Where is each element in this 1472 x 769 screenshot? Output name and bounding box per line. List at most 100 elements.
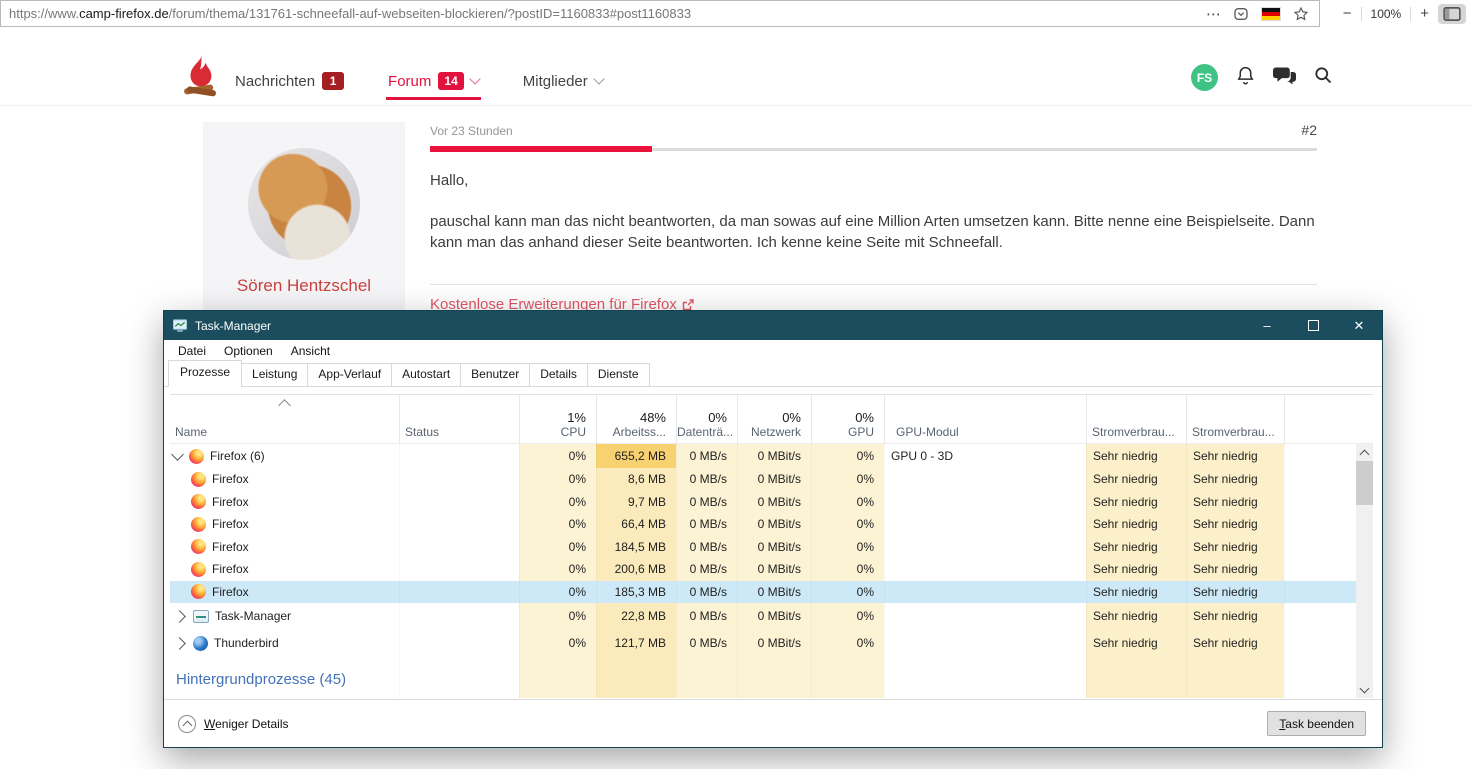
column-header-gpu[interactable]: 0%GPU bbox=[811, 395, 884, 443]
cell-name: Firefox bbox=[170, 581, 399, 604]
post-timestamp[interactable]: Vor 23 Stunden bbox=[430, 124, 513, 138]
column-header-memory[interactable]: 48%Arbeitss... bbox=[596, 395, 676, 443]
cell-disk: 0 MB/s bbox=[676, 581, 737, 604]
minimize-button[interactable]: – bbox=[1244, 311, 1290, 340]
author-name[interactable]: Sören Hentzschel bbox=[203, 276, 405, 296]
nav-item-forum[interactable]: Forum14 bbox=[388, 66, 479, 96]
cell-cpu: 0% bbox=[519, 513, 596, 536]
tab-dienste[interactable]: Dienste bbox=[587, 363, 650, 386]
cell-cpu: 0% bbox=[519, 558, 596, 581]
process-name: Firefox bbox=[212, 540, 249, 554]
column-header-name[interactable]: Name bbox=[170, 395, 399, 443]
process-name: Firefox (6) bbox=[210, 449, 265, 463]
cell-memory: 66,4 MB bbox=[596, 513, 676, 536]
zoom-in-button[interactable]: + bbox=[1420, 5, 1429, 22]
tab-details[interactable]: Details bbox=[529, 363, 588, 386]
cell-power bbox=[1086, 692, 1186, 698]
column-label: Arbeitss... bbox=[597, 425, 676, 439]
sort-ascending-icon bbox=[278, 399, 291, 412]
process-name: Firefox bbox=[212, 517, 249, 531]
tab-autostart[interactable]: Autostart bbox=[391, 363, 461, 386]
cell-power-trend: Sehr niedrig bbox=[1186, 468, 1284, 491]
column-header-cpu[interactable]: 1%CPU bbox=[519, 395, 596, 443]
cell-gpu-module bbox=[884, 657, 1086, 666]
column-header-network[interactable]: 0%Netzwerk bbox=[737, 395, 811, 443]
chevron-down-icon bbox=[469, 73, 480, 84]
section-hintergrundprozesse[interactable]: Hintergrundprozesse (45) bbox=[170, 666, 1373, 692]
cell-network bbox=[737, 692, 811, 698]
process-row-firefox[interactable]: Firefox0%200,6 MB0 MB/s0 MBit/s0%Sehr ni… bbox=[170, 558, 1373, 581]
process-row-firefox[interactable]: Firefox0%9,7 MB0 MB/s0 MBit/s0%Sehr nied… bbox=[170, 491, 1373, 514]
column-usage-total: 0% bbox=[738, 410, 811, 425]
header-divider bbox=[0, 105, 1472, 106]
site-logo[interactable] bbox=[181, 53, 219, 104]
scroll-down-arrow[interactable] bbox=[1356, 681, 1373, 698]
task-manager-app-icon bbox=[172, 318, 188, 333]
tab-leistung[interactable]: Leistung bbox=[241, 363, 308, 386]
column-label: Netzwerk bbox=[738, 425, 811, 439]
cell-memory: 9,7 MB bbox=[596, 491, 676, 514]
overflow-menu-icon[interactable]: ⋯ bbox=[1206, 5, 1221, 23]
bookmark-star-icon[interactable] bbox=[1293, 6, 1309, 22]
process-row-firefox[interactable]: Firefox0%185,3 MB0 MB/s0 MBit/s0%Sehr ni… bbox=[170, 581, 1373, 604]
cell-memory: 184,5 MB bbox=[596, 536, 676, 559]
less-details-button[interactable]: Weniger Details bbox=[178, 715, 288, 733]
url-text[interactable]: https://www.camp-firefox.de/forum/thema/… bbox=[9, 6, 1206, 21]
cell-network: 0 MBit/s bbox=[737, 444, 811, 468]
cell-power: Sehr niedrig bbox=[1086, 536, 1186, 559]
menu-datei[interactable]: Datei bbox=[169, 341, 215, 361]
cell-power: Sehr niedrig bbox=[1086, 629, 1186, 657]
pocket-icon[interactable] bbox=[1233, 6, 1249, 22]
process-row-firefox[interactable]: Firefox0%8,6 MB0 MB/s0 MBit/s0%Sehr nied… bbox=[170, 468, 1373, 491]
menu-optionen[interactable]: Optionen bbox=[215, 341, 282, 361]
process-row-firefox[interactable]: Firefox0%66,4 MB0 MB/s0 MBit/s0%Sehr nie… bbox=[170, 513, 1373, 536]
maximize-button[interactable] bbox=[1290, 311, 1336, 340]
zoom-out-button[interactable]: − bbox=[1343, 5, 1352, 22]
menu-ansicht[interactable]: Ansicht bbox=[282, 341, 339, 361]
end-task-button[interactable]: Task beenden bbox=[1267, 711, 1366, 736]
process-row-task-manager[interactable]: Task-Manager0%22,8 MB0 MB/s0 MBit/s0%Seh… bbox=[170, 603, 1373, 629]
process-name: Firefox bbox=[212, 472, 249, 486]
process-name: Firefox bbox=[212, 495, 249, 509]
task-manager-titlebar[interactable]: Task-Manager – ✕ bbox=[164, 311, 1382, 340]
window-title: Task-Manager bbox=[195, 319, 271, 333]
process-name: Thunderbird bbox=[214, 636, 279, 650]
messages-chat-icon[interactable] bbox=[1273, 65, 1296, 91]
notifications-bell-icon[interactable] bbox=[1235, 65, 1256, 91]
tab-benutzer[interactable]: Benutzer bbox=[460, 363, 530, 386]
expand-chevron-right-icon[interactable] bbox=[173, 610, 186, 623]
zoom-level[interactable]: 100% bbox=[1371, 7, 1402, 21]
cell-name: Firefox bbox=[170, 468, 399, 491]
cell-power-trend: Sehr niedrig bbox=[1186, 536, 1284, 559]
cell-gpu-module bbox=[884, 558, 1086, 581]
column-header-power[interactable]: Stromverbrau... bbox=[1086, 395, 1186, 443]
column-header-disk[interactable]: 0%Datenträ... bbox=[676, 395, 737, 443]
expand-chevron-down-icon[interactable] bbox=[171, 448, 184, 461]
close-button[interactable]: ✕ bbox=[1336, 311, 1382, 340]
german-flag-icon[interactable] bbox=[1261, 7, 1281, 21]
search-icon[interactable] bbox=[1313, 65, 1333, 90]
author-avatar-photo[interactable] bbox=[248, 148, 360, 260]
separator bbox=[1410, 7, 1411, 21]
nav-item-mitglieder[interactable]: Mitglieder bbox=[523, 66, 603, 96]
process-row-firefox[interactable]: Firefox0%184,5 MB0 MB/s0 MBit/s0%Sehr ni… bbox=[170, 536, 1373, 559]
column-header-gpu_module[interactable]: GPU-Modul bbox=[884, 395, 1086, 443]
tab-prozesse[interactable]: Prozesse bbox=[168, 360, 242, 387]
column-header-power_trend[interactable]: Stromverbrau... bbox=[1186, 395, 1284, 443]
sidebar-toggle-button[interactable] bbox=[1438, 4, 1466, 24]
post-number[interactable]: #2 bbox=[1200, 122, 1317, 138]
process-row-firefox-6-[interactable]: Firefox (6)0%655,2 MB0 MB/s0 MBit/s0%GPU… bbox=[170, 444, 1373, 468]
nav-item-nachrichten[interactable]: Nachrichten1 bbox=[235, 66, 344, 96]
url-bar[interactable]: https://www.camp-firefox.de/forum/thema/… bbox=[0, 0, 1320, 27]
cell-disk: 0 MB/s bbox=[676, 603, 737, 629]
column-label: CPU bbox=[520, 425, 596, 439]
user-avatar[interactable]: FS bbox=[1191, 64, 1218, 91]
section-header-label: Hintergrundprozesse (45) bbox=[170, 671, 346, 688]
scroll-up-arrow[interactable] bbox=[1356, 444, 1373, 461]
tab-app-verlauf[interactable]: App-Verlauf bbox=[307, 363, 392, 386]
scrollbar-thumb[interactable] bbox=[1356, 461, 1373, 505]
expand-chevron-right-icon[interactable] bbox=[173, 637, 186, 650]
process-row-thunderbird[interactable]: Thunderbird0%121,7 MB0 MB/s0 MBit/s0%Seh… bbox=[170, 629, 1373, 657]
column-header-status[interactable]: Status bbox=[399, 395, 519, 443]
vertical-scrollbar[interactable] bbox=[1356, 444, 1373, 698]
